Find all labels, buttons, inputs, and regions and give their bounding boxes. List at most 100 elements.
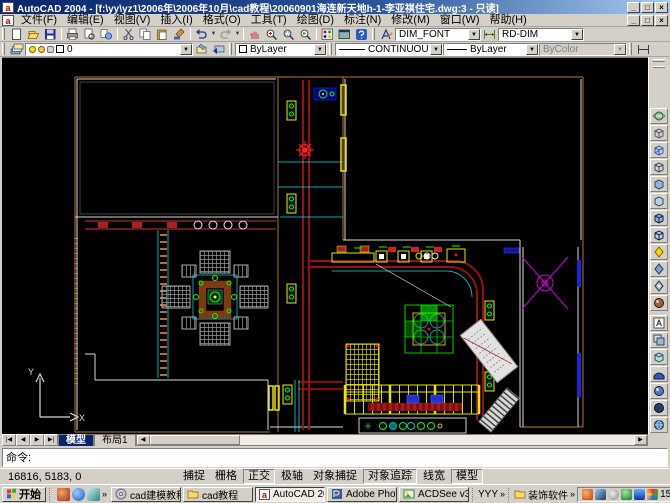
taskbar-toolbar-decor-software[interactable]: 装饰软件 bbox=[528, 487, 568, 502]
menu-modify[interactable]: 修改(M) bbox=[386, 14, 435, 27]
render-icon[interactable] bbox=[650, 295, 668, 311]
sphere-render-icon[interactable] bbox=[650, 383, 668, 399]
make-object-layer-current-icon[interactable] bbox=[193, 42, 210, 56]
tray-clock[interactable]: 15:47 bbox=[660, 489, 670, 500]
dim-style-combo[interactable]: RD-DIM ▼ bbox=[498, 28, 584, 41]
paste-icon[interactable] bbox=[154, 27, 171, 41]
horizontal-scrollbar[interactable]: ◀ ▶ bbox=[136, 434, 648, 446]
toolbar-grip[interactable] bbox=[2, 43, 5, 55]
first-tab-button[interactable]: |◀ bbox=[2, 434, 16, 446]
tray-green-app-icon[interactable] bbox=[621, 489, 632, 500]
menu-tools[interactable]: 工具(T) bbox=[246, 14, 292, 27]
menu-draw[interactable]: 绘图(D) bbox=[292, 14, 339, 27]
menu-file[interactable]: 文件(F) bbox=[16, 14, 62, 27]
scrollbar-thumb[interactable] bbox=[150, 435, 240, 445]
tab-model[interactable]: 模型 bbox=[58, 434, 94, 446]
mdi-minimize-button[interactable]: _ bbox=[627, 15, 640, 26]
toggle-osnap[interactable]: 对象捕捉 bbox=[309, 470, 361, 483]
menu-edit[interactable]: 编辑(E) bbox=[62, 14, 109, 27]
messenger-icon[interactable] bbox=[72, 488, 85, 501]
flat-shaded-icon[interactable] bbox=[650, 176, 668, 192]
toggle-lineweight[interactable]: 线宽 bbox=[419, 470, 449, 483]
drawing-canvas[interactable]: Y X bbox=[2, 57, 648, 434]
open-icon[interactable] bbox=[25, 27, 42, 41]
mapping-icon[interactable] bbox=[650, 278, 668, 294]
drawing-file-icon[interactable]: a bbox=[2, 15, 14, 26]
print-preview-icon[interactable] bbox=[81, 27, 98, 41]
coordinate-readout[interactable]: 16816, 5183, 0 bbox=[0, 471, 178, 483]
properties-icon[interactable] bbox=[319, 27, 336, 41]
match-properties-icon[interactable] bbox=[171, 27, 188, 41]
toolbar-grip[interactable] bbox=[653, 59, 665, 62]
decor-chevron-icon[interactable]: » bbox=[570, 489, 575, 499]
toolbar-grip[interactable] bbox=[472, 488, 475, 501]
save-icon[interactable] bbox=[42, 27, 59, 41]
lineweight-dropdown-icon[interactable]: ▼ bbox=[526, 44, 538, 55]
text-style-icon[interactable] bbox=[378, 27, 395, 41]
task-adobe-photoshop[interactable]: Adobe Photo... bbox=[327, 487, 397, 502]
3d-orbit-icon[interactable] bbox=[650, 108, 668, 124]
last-tab-button[interactable]: ▶| bbox=[44, 434, 58, 446]
restore-button[interactable]: □ bbox=[641, 2, 654, 13]
menu-view[interactable]: 视图(V) bbox=[109, 14, 156, 27]
3d-wireframe-icon[interactable] bbox=[650, 142, 668, 158]
layer-on-bulb-icon[interactable] bbox=[29, 46, 36, 53]
zoom-window-icon[interactable] bbox=[280, 27, 297, 41]
quick-launch-chevron-icon[interactable]: » bbox=[102, 489, 107, 499]
gouraud-shaded-icon[interactable] bbox=[650, 193, 668, 209]
minimize-button[interactable]: _ bbox=[627, 2, 640, 13]
next-tab-button[interactable]: ▶ bbox=[30, 434, 44, 446]
hidden-icon[interactable] bbox=[650, 159, 668, 175]
task-autocad[interactable]: a AutoCAD 200... bbox=[255, 487, 325, 502]
menu-help[interactable]: 帮助(H) bbox=[485, 14, 532, 27]
prev-tab-button[interactable]: ◀ bbox=[16, 434, 30, 446]
scroll-right-icon[interactable]: ▶ bbox=[634, 435, 647, 445]
yyy-chevron-icon[interactable]: » bbox=[500, 489, 505, 499]
browser-icon[interactable] bbox=[57, 488, 70, 501]
toggle-model-space[interactable]: 模型 bbox=[451, 469, 483, 484]
toggle-ortho[interactable]: 正交 bbox=[243, 469, 275, 484]
flat-shaded-edges-icon[interactable] bbox=[650, 210, 668, 226]
tray-orange-app-icon[interactable] bbox=[582, 489, 593, 500]
quick-launch-grip[interactable] bbox=[49, 488, 52, 501]
show-desktop-icon[interactable] bbox=[87, 488, 100, 501]
menu-format[interactable]: 格式(O) bbox=[198, 14, 246, 27]
lineweight-control-combo[interactable]: ByLayer ▼ bbox=[443, 43, 539, 56]
dim-font-style-combo[interactable]: DIM_FONT ▼ bbox=[395, 28, 481, 41]
mdi-close-button[interactable]: × bbox=[655, 15, 668, 26]
tray-color-grid-app-icon[interactable] bbox=[647, 489, 658, 500]
copy-icon[interactable] bbox=[137, 27, 154, 41]
dim-style-dropdown-icon[interactable]: ▼ bbox=[571, 29, 583, 40]
tray-gray-app-icon[interactable] bbox=[608, 489, 619, 500]
task-cad-tutorial-folder[interactable]: cad教程 bbox=[183, 487, 253, 502]
scenes-icon[interactable] bbox=[650, 332, 668, 348]
publish-to-web-icon[interactable] bbox=[98, 27, 115, 41]
2d-wireframe-icon[interactable] bbox=[650, 125, 668, 141]
toggle-snap[interactable]: 捕捉 bbox=[179, 470, 209, 483]
linetype-control-combo[interactable]: CONTINUOUS ▼ bbox=[335, 43, 443, 56]
task-acdsee[interactable]: ACDSee v3.1... bbox=[399, 487, 469, 502]
title-bar[interactable]: a AutoCAD 2004 - [f:\yy\yz1\2006年\2006年1… bbox=[0, 0, 670, 14]
tab-layout1[interactable]: 布局1 bbox=[94, 434, 136, 446]
dim-style-icon[interactable] bbox=[481, 27, 498, 41]
background-globe-icon[interactable] bbox=[650, 417, 668, 433]
color-dropdown-icon[interactable]: ▼ bbox=[314, 44, 326, 55]
undo-icon[interactable] bbox=[193, 27, 210, 41]
toggle-polar[interactable]: 极轴 bbox=[277, 470, 307, 483]
menu-window[interactable]: 窗口(W) bbox=[435, 14, 485, 27]
undo-dropdown-icon[interactable]: ▼ bbox=[210, 31, 217, 37]
toolbar-grip[interactable] bbox=[508, 488, 511, 501]
design-center-icon[interactable] bbox=[336, 27, 353, 41]
redo-icon[interactable] bbox=[217, 27, 234, 41]
plot-icon[interactable] bbox=[64, 27, 81, 41]
close-button[interactable]: × bbox=[655, 2, 668, 13]
materials-icon[interactable] bbox=[650, 261, 668, 277]
layer-thaw-sun-icon[interactable] bbox=[38, 46, 45, 53]
pan-realtime-icon[interactable] bbox=[246, 27, 263, 41]
help-icon[interactable] bbox=[353, 27, 370, 41]
linetype-dropdown-icon[interactable]: ▼ bbox=[430, 44, 442, 55]
render-text-icon[interactable] bbox=[650, 315, 668, 331]
new-icon[interactable] bbox=[8, 27, 25, 41]
start-button[interactable]: 开始 bbox=[2, 487, 46, 502]
lights-icon[interactable] bbox=[650, 244, 668, 260]
